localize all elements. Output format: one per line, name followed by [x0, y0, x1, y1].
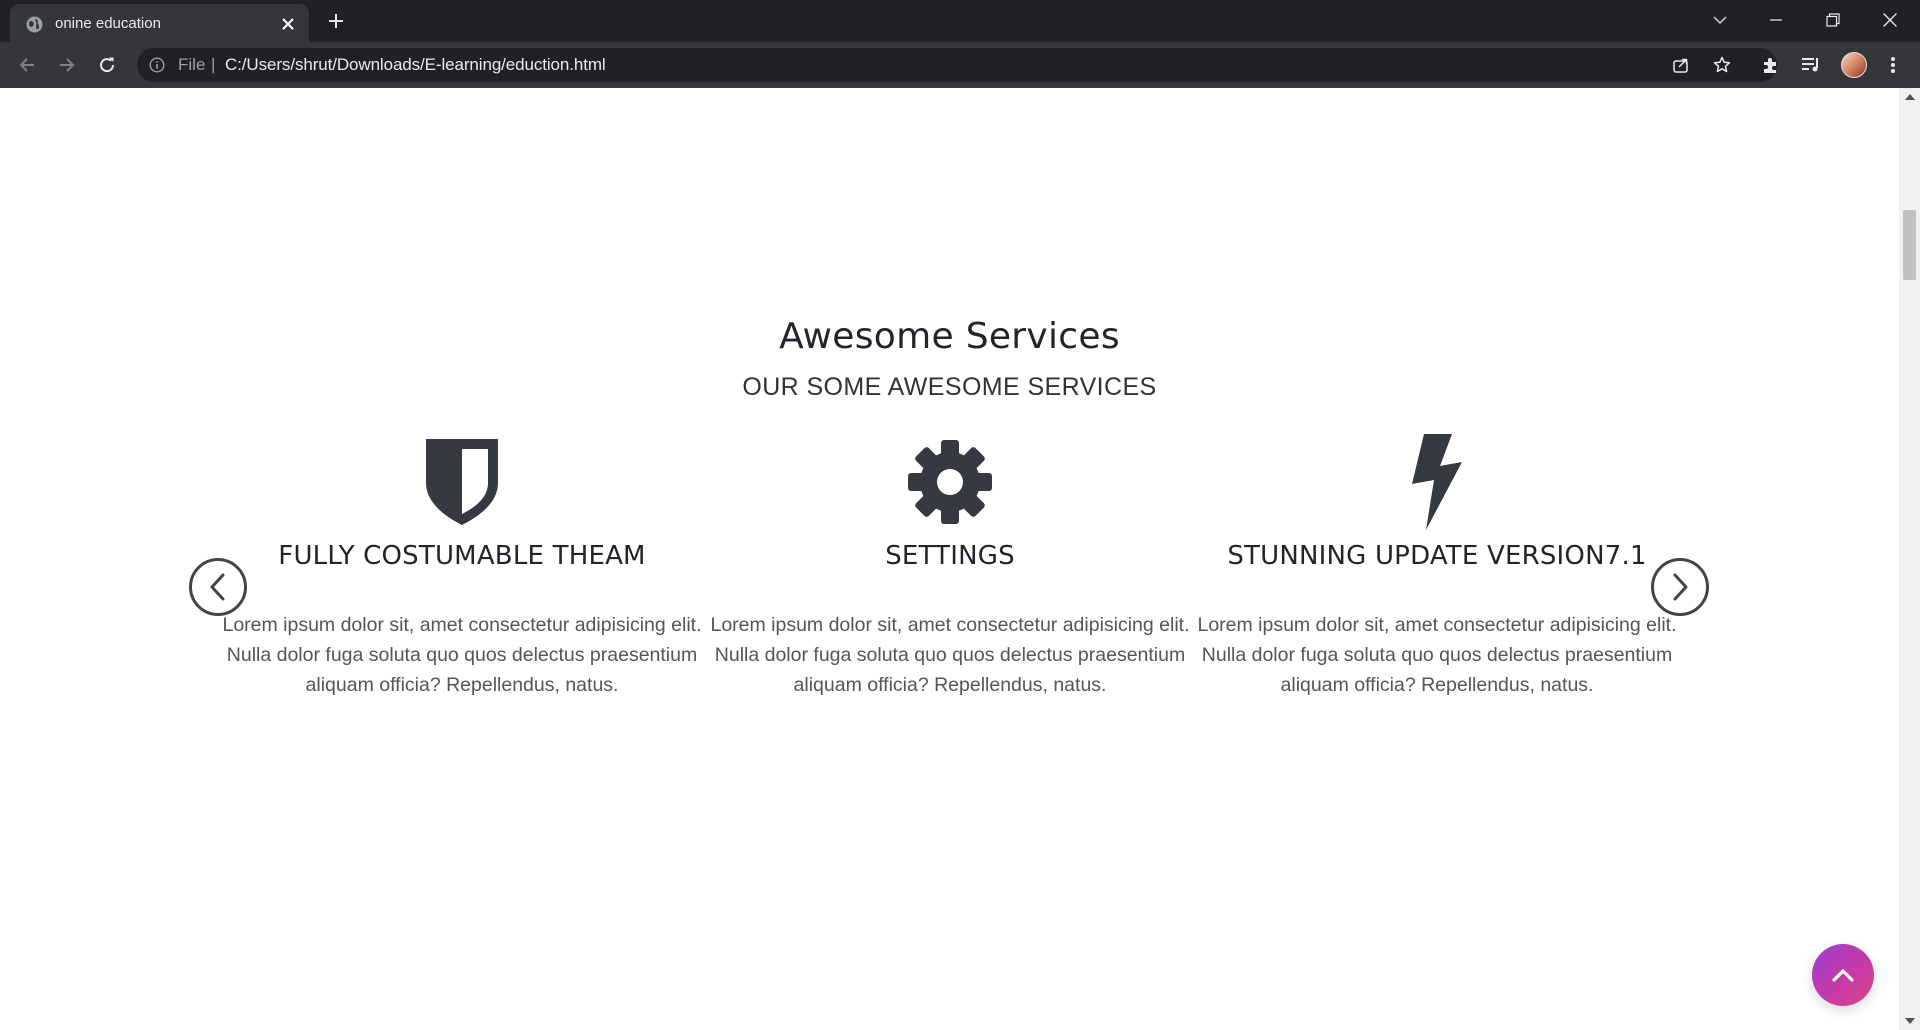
gear-icon — [908, 440, 992, 524]
service-card: SETTINGS Lorem ipsum dolor sit, amet con… — [710, 432, 1190, 700]
puzzle-icon — [1764, 58, 1776, 73]
more-vertical-icon — [1891, 57, 1895, 73]
star-icon[interactable] — [1713, 56, 1731, 74]
browser-menu-button[interactable] — [1882, 54, 1904, 76]
bolt-icon — [1412, 434, 1462, 530]
minimize-button[interactable] — [1748, 0, 1804, 40]
chevron-right-icon — [1673, 573, 1688, 601]
arrow-left-icon — [19, 58, 34, 72]
close-window-button[interactable] — [1862, 0, 1918, 40]
close-icon — [1883, 13, 1897, 27]
reload-button[interactable] — [94, 52, 120, 78]
scrollbar-thumb[interactable] — [1903, 210, 1916, 280]
service-card: STUNNING UPDATE VERSION7.1 Lorem ipsum d… — [1197, 432, 1677, 700]
reload-icon — [100, 57, 115, 73]
arrow-right-icon — [60, 58, 75, 72]
chevron-up-icon — [1832, 969, 1854, 982]
playlist-icon — [1802, 58, 1818, 72]
restore-button[interactable] — [1805, 0, 1861, 40]
service-title: SETTINGS — [885, 541, 1015, 571]
page-viewport: Awesome Services OUR SOME AWESOME SERVIC… — [0, 88, 1899, 1030]
share-icon[interactable] — [1672, 56, 1690, 74]
carousel-next-button[interactable] — [1651, 558, 1709, 616]
services-heading: Awesome Services — [779, 316, 1120, 357]
url-separator: | — [211, 55, 216, 74]
restore-icon — [1826, 13, 1840, 27]
chevron-down-icon — [1713, 16, 1727, 25]
service-description: Lorem ipsum dolor sit, amet consectetur … — [1197, 614, 1677, 696]
profile-avatar[interactable] — [1841, 52, 1867, 78]
browser-tab-bar: onine education — [0, 0, 1920, 42]
service-card: FULLY COSTUMABLE THEAM Lorem ipsum dolor… — [222, 432, 702, 700]
shield-icon — [426, 439, 498, 525]
tab-search-button[interactable] — [1692, 0, 1748, 40]
service-description: Lorem ipsum dolor sit, amet consectetur … — [710, 614, 1190, 696]
extensions-button[interactable] — [1760, 54, 1782, 76]
carousel-prev-button[interactable] — [189, 558, 247, 616]
service-title: FULLY COSTUMABLE THEAM — [278, 541, 646, 571]
new-tab-plus-icon[interactable] — [326, 11, 346, 31]
forward-button[interactable] — [54, 52, 80, 78]
close-icon[interactable] — [280, 16, 296, 32]
service-title: STUNNING UPDATE VERSION7.1 — [1227, 541, 1647, 571]
url-scheme-label: File — [178, 55, 206, 74]
url-text[interactable]: C:/Users/shrut/Downloads/E-learning/educ… — [225, 56, 606, 74]
browser-toolbar: File | C:/Users/shrut/Downloads/E-learni… — [0, 42, 1920, 88]
globe-icon — [26, 16, 43, 33]
services-subheading: OUR SOME AWESOME SERVICES — [742, 373, 1157, 401]
scroll-down-arrow-icon[interactable] — [1905, 1018, 1915, 1024]
tab-title: onine education — [55, 15, 161, 32]
back-to-top-button[interactable] — [1812, 944, 1874, 1006]
back-button[interactable] — [14, 52, 40, 78]
address-bar[interactable]: File | C:/Users/shrut/Downloads/E-learni… — [137, 48, 1777, 82]
browser-tab[interactable]: onine education — [10, 4, 309, 42]
scroll-up-arrow-icon[interactable] — [1905, 94, 1915, 100]
page-scrollbar[interactable] — [1899, 88, 1920, 1030]
minimize-icon — [1770, 19, 1782, 21]
chevron-left-icon — [210, 573, 225, 601]
service-description: Lorem ipsum dolor sit, amet consectetur … — [222, 614, 702, 696]
info-icon[interactable] — [149, 57, 165, 73]
media-control-button[interactable] — [1800, 54, 1822, 76]
